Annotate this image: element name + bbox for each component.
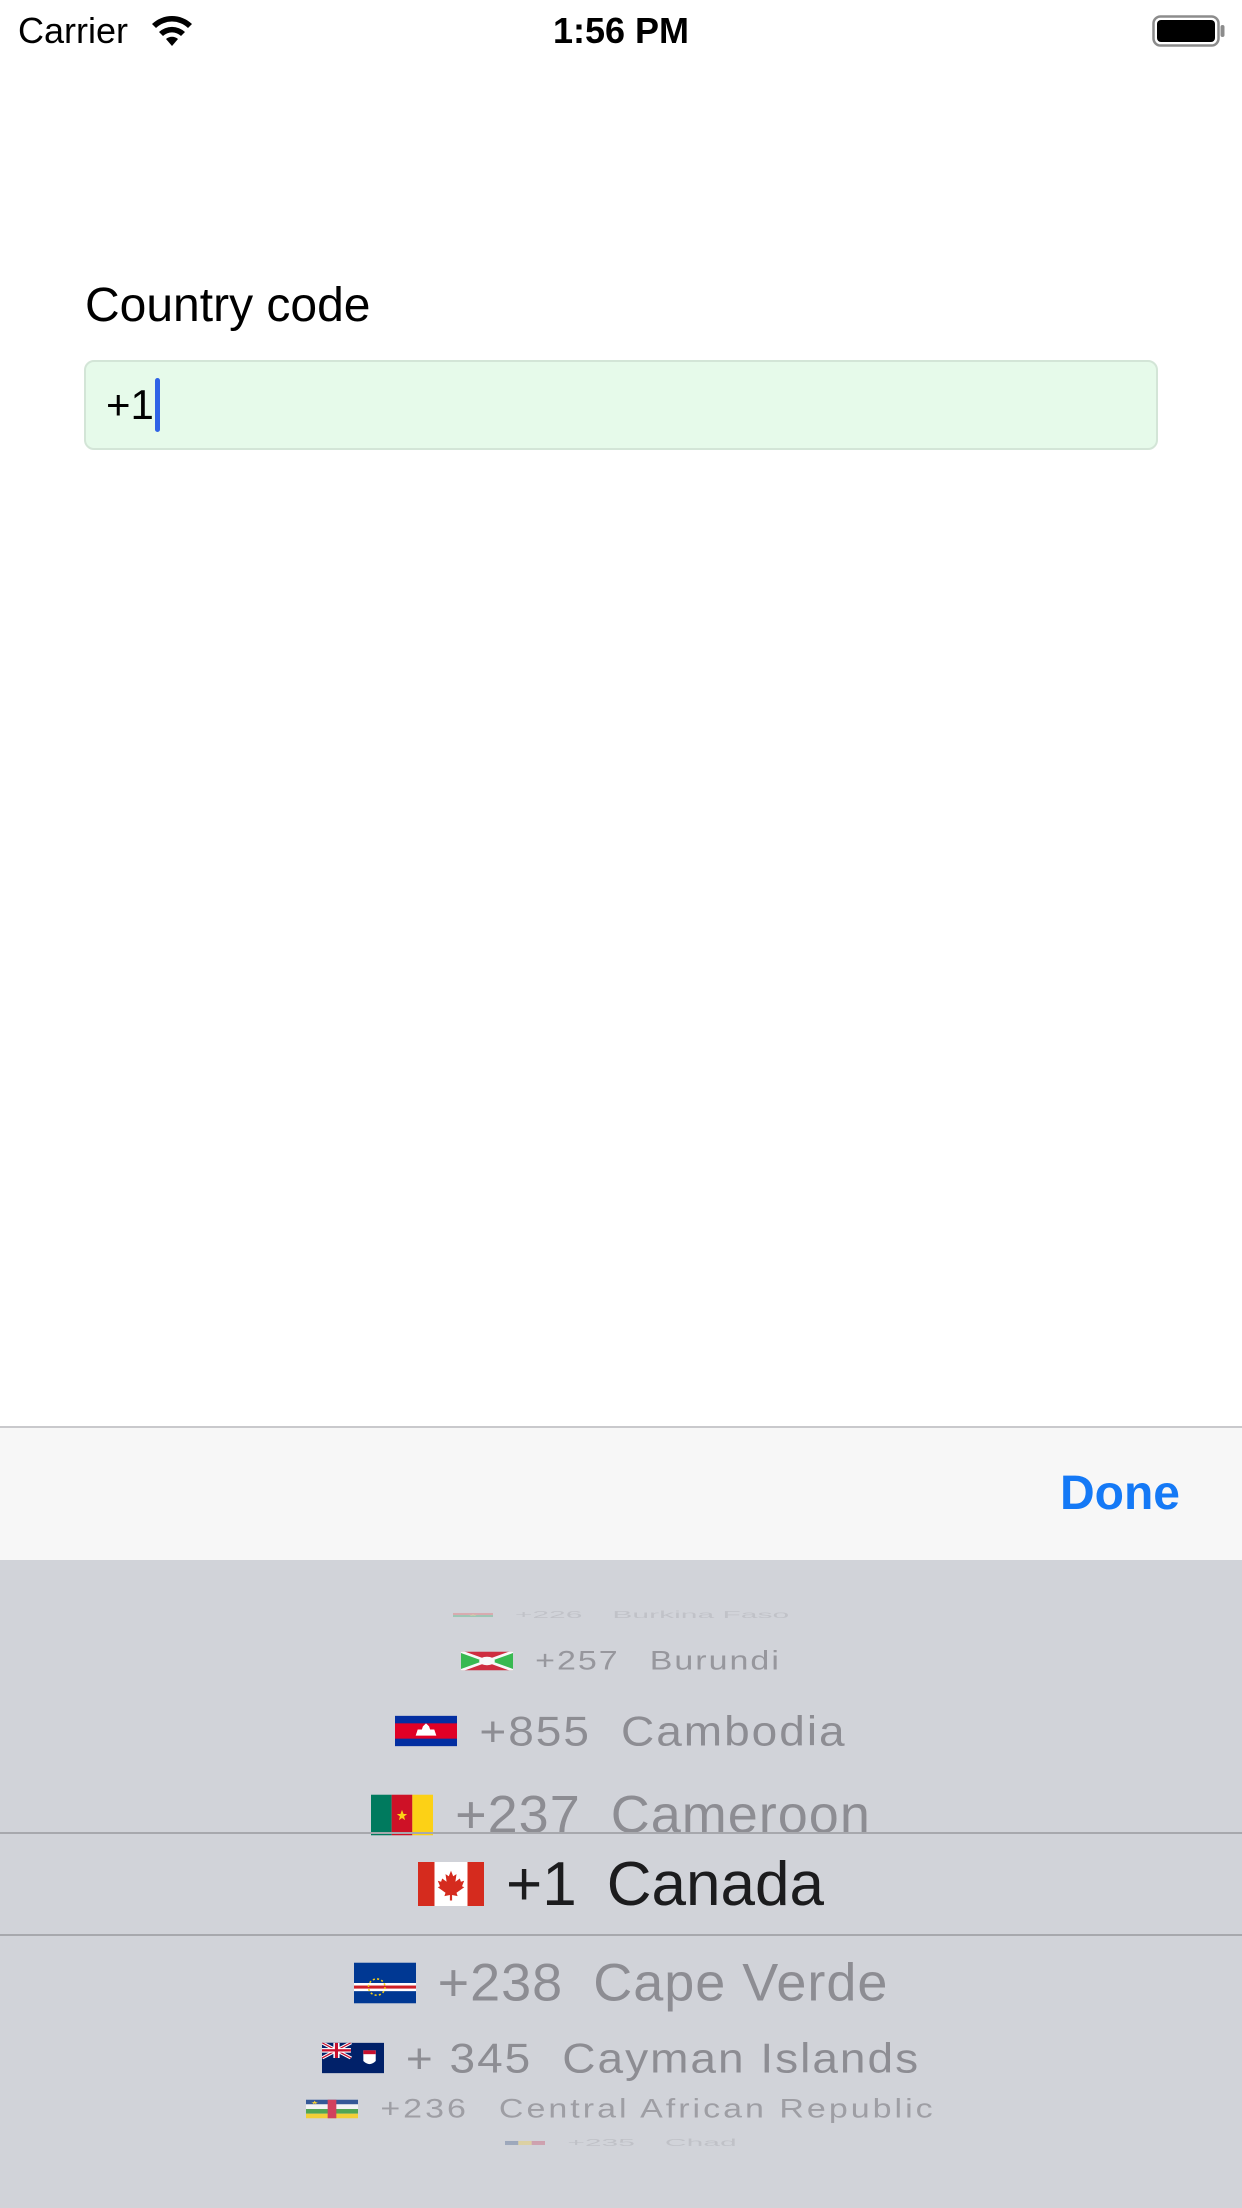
clock: 1:56 PM xyxy=(552,10,690,51)
cape-verde-flag-icon xyxy=(353,1962,416,2004)
country-code-input[interactable]: +1 xyxy=(84,360,1158,450)
picker-row[interactable]: +238 Cape Verde xyxy=(0,1953,1242,2013)
dial-code: +236 xyxy=(380,2093,469,2124)
country-name: Cayman Islands xyxy=(562,2034,921,2082)
cayman-islands-flag-icon xyxy=(321,2042,384,2074)
dial-code: +226 xyxy=(514,1609,583,1621)
status-bar: Carrier 1:56 PM xyxy=(0,0,1242,62)
dial-code: +855 xyxy=(479,1707,591,1755)
country-picker[interactable]: +226 Burkina Faso +257 Burundi +855 Cambodia +… xyxy=(0,1560,1242,2208)
picker-row[interactable]: +235 Chad xyxy=(0,2137,1242,2149)
country-name: Burkina Faso xyxy=(612,1609,790,1621)
country-name: Cambodia xyxy=(620,1707,847,1755)
dial-code: +235 xyxy=(567,2137,635,2149)
done-button[interactable]: Done xyxy=(1060,1428,1180,1560)
battery-icon xyxy=(1152,15,1225,47)
central-african-republic-flag-icon xyxy=(306,2099,359,2119)
chad-flag-icon xyxy=(505,2140,546,2146)
burundi-flag-icon xyxy=(461,1651,514,1671)
picker-row[interactable]: +257 Burundi xyxy=(0,1645,1242,1676)
country-name: Burundi xyxy=(649,1645,781,1676)
country-code-value: +1 xyxy=(106,381,154,428)
picker-row[interactable]: +855 Cambodia xyxy=(0,1707,1242,1755)
country-name: Chad xyxy=(664,2137,737,2149)
burkina-faso-flag-icon xyxy=(452,1612,493,1618)
picker-row[interactable]: + 345 Cayman Islands xyxy=(0,2034,1242,2082)
picker-row[interactable]: +226 Burkina Faso xyxy=(0,1609,1242,1621)
cambodia-flag-icon xyxy=(395,1715,458,1747)
text-caret xyxy=(154,378,160,432)
picker-toolbar: Done xyxy=(0,1426,1242,1560)
country-name: Cape Verde xyxy=(593,1953,889,2013)
dial-code: + 345 xyxy=(405,2034,533,2082)
dial-code: +238 xyxy=(437,1953,564,2013)
picker-row[interactable]: +236 Central African Republic xyxy=(0,2093,1242,2124)
country-name: Central African Republic xyxy=(498,2093,936,2124)
dial-code: +257 xyxy=(535,1645,620,1676)
picker-selection-indicator xyxy=(0,1832,1242,1936)
screen: Carrier 1:56 PM Country code +1 Done +22… xyxy=(0,0,1242,2208)
cameroon-flag-icon xyxy=(371,1794,434,1836)
country-code-label: Country code xyxy=(85,279,371,332)
